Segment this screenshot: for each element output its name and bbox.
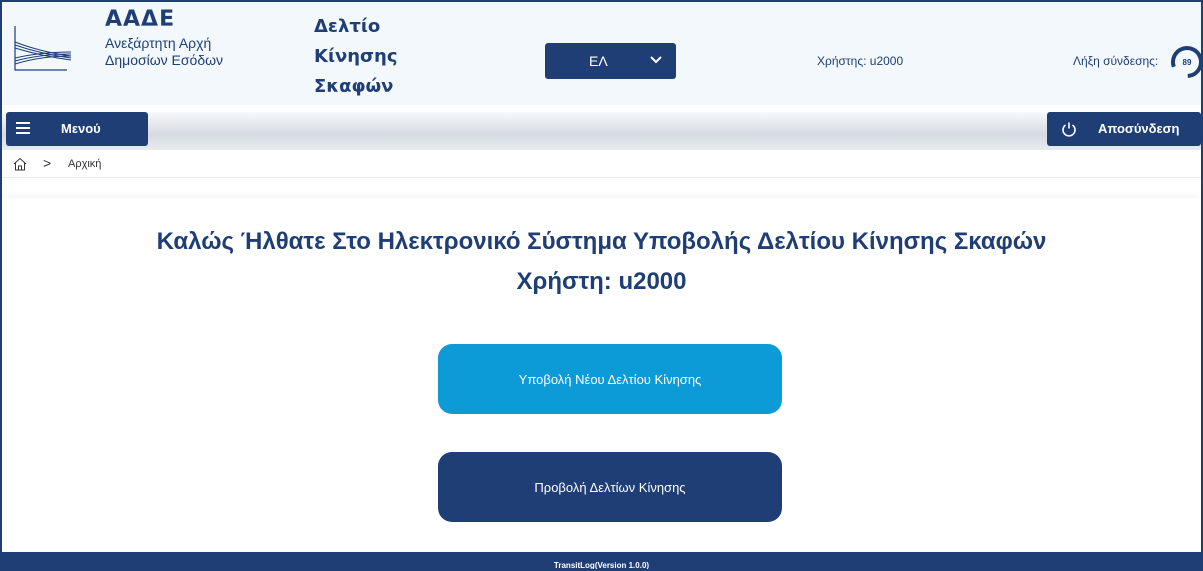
brand-subtitle-line2: Δημοσίων Εσόδων — [105, 52, 224, 68]
aade-logo-icon — [14, 26, 72, 71]
chevron-right-icon: > — [43, 155, 52, 171]
welcome-heading: Καλώς Ήλθατε Στο Ηλεκτρονικό Σύστημα Υπο… — [2, 222, 1201, 302]
logout-button[interactable]: Αποσύνδεση — [1047, 112, 1201, 146]
footer: TransitLog(Version 1.0.0) — [2, 552, 1201, 570]
welcome-line2: Χρήστη: u2000 — [516, 268, 687, 295]
language-select[interactable]: ΕΛ — [545, 43, 676, 79]
hamburger-icon — [16, 122, 30, 137]
power-icon — [1062, 122, 1076, 137]
session-timer-icon: 89 — [1171, 46, 1201, 78]
breadcrumb-item-home[interactable]: Αρχική — [68, 158, 101, 170]
user-label: Χρήστης: u2000 — [817, 54, 904, 68]
session-expiry-label: Λήξη σύνδεσης: — [1073, 54, 1159, 68]
app-title-line3: Σκαφών — [314, 76, 394, 97]
app-title: Δελτίο Κίνησης Σκαφών — [314, 12, 398, 102]
view-bulletins-button[interactable]: Προβολή Δελτίων Κίνησης — [438, 452, 782, 522]
app-title-line2: Κίνησης — [314, 46, 398, 67]
menu-button[interactable]: Μενού — [6, 112, 148, 146]
welcome-line1: Καλώς Ήλθατε Στο Ηλεκτρονικό Σύστημα Υπο… — [156, 228, 1047, 255]
brand: ΑΑΔΕ Ανεξάρτητη Αρχή Δημοσίων Εσόδων — [105, 5, 223, 69]
chevron-down-icon — [650, 56, 662, 64]
menu-label: Μενού — [61, 121, 101, 136]
navbar: Μενού Αποσύνδεση — [2, 112, 1201, 150]
header: ΑΑΔΕ Ανεξάρτητη Αρχή Δημοσίων Εσόδων Δελ… — [2, 2, 1201, 105]
logout-label: Αποσύνδεση — [1098, 121, 1180, 136]
home-icon[interactable] — [12, 156, 28, 172]
brand-title: ΑΑΔΕ — [105, 7, 176, 32]
session-timer-value: 89 — [1183, 58, 1192, 67]
main-content: Καλώς Ήλθατε Στο Ηλεκτρονικό Σύστημα Υπο… — [2, 198, 1201, 551]
app-window: ΑΑΔΕ Ανεξάρτητη Αρχή Δημοσίων Εσόδων Δελ… — [0, 0, 1203, 571]
submit-new-bulletin-button[interactable]: Υποβολή Νέου Δελτίου Κίνησης — [438, 344, 782, 414]
breadcrumb: > Αρχική — [2, 152, 1201, 178]
language-value: ΕΛ — [589, 53, 608, 69]
brand-subtitle-line1: Ανεξάρτητη Αρχή — [105, 35, 212, 51]
version-text: TransitLog(Version 1.0.0) — [553, 561, 650, 570]
app-title-line1: Δελτίο — [314, 16, 381, 37]
